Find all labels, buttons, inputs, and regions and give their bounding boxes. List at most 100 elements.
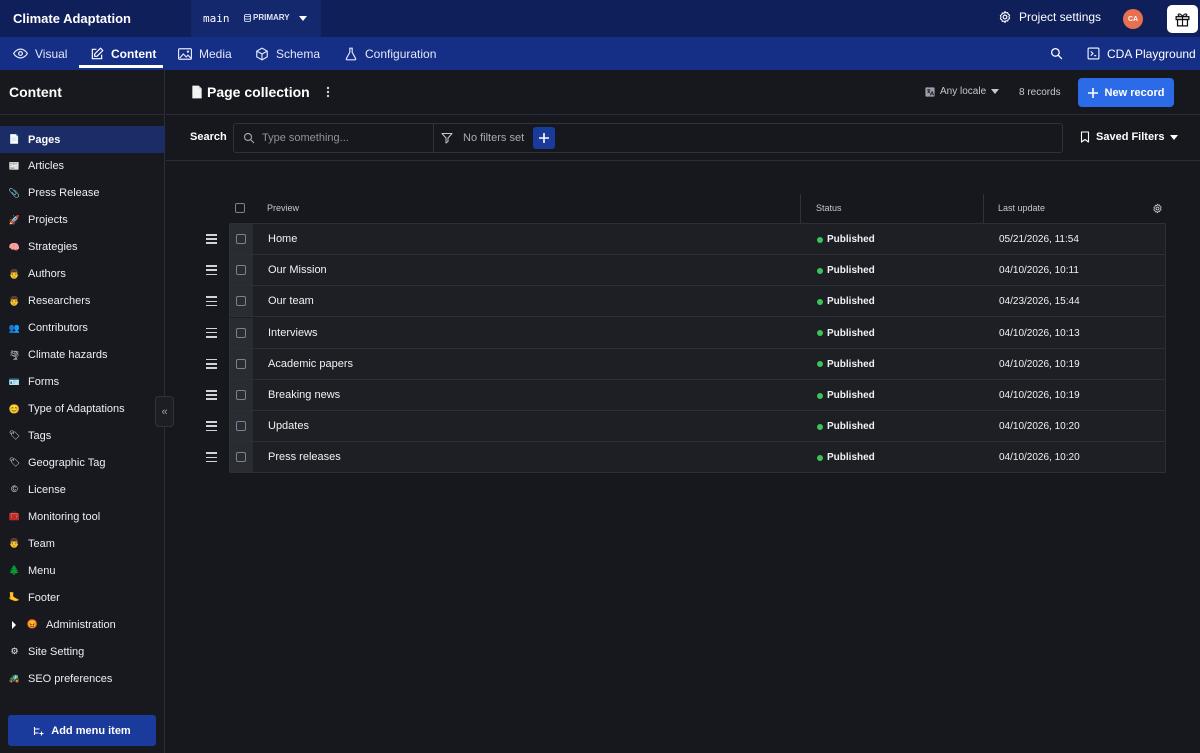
table-row[interactable]: Home Published 05/21/2026, 11:54 [230,224,1165,255]
tab-configuration[interactable]: Configuration [344,37,436,70]
new-record-button[interactable]: New record [1078,78,1174,107]
drag-handle-icon[interactable] [206,390,217,400]
row-checkbox[interactable] [236,265,246,276]
record-title[interactable]: Our Mission [268,264,327,276]
row-checkbox[interactable] [236,358,246,369]
record-title[interactable]: Press releases [268,451,341,463]
sidebar-item-articles[interactable]: 📰 Articles [0,153,165,180]
column-divider[interactable] [800,194,801,223]
last-update: 04/10/2026, 10:19 [999,358,1080,370]
sidebar-item-researchers[interactable]: 👨 Researchers [0,288,165,315]
tab-schema[interactable]: Schema [255,37,320,70]
whats-new-button[interactable] [1167,5,1198,33]
sidebar-item-monitoring-tool[interactable]: 🧰 Monitoring tool [0,503,165,530]
sidebar-item-contributors[interactable]: 👥 Contributors [0,315,165,342]
record-title[interactable]: Updates [268,420,309,432]
row-checkbox[interactable] [236,327,246,338]
bookmark-icon [1080,131,1090,143]
row-checkbox[interactable] [236,296,246,307]
tab-media[interactable]: Media [178,37,232,70]
drag-handle-icon[interactable] [206,296,217,307]
gear-icon[interactable] [1152,203,1163,214]
sidebar-item-climate-hazards[interactable]: 🌪 Climate hazards [0,342,165,369]
sidebar-item-geographic-tag[interactable]: 🏷 Geographic Tag [0,449,165,476]
double-chevron-left-icon: « [161,405,168,418]
table-row[interactable]: Interviews Published 04/10/2026, 10:13 [230,317,1165,349]
sidebar-item-forms[interactable]: 🪪 Forms [0,369,165,396]
sidebar-item-menu[interactable]: 🌲 Menu [0,557,165,584]
global-search-button[interactable] [1050,37,1063,70]
sidebar-item-team[interactable]: 👨 Team [0,530,165,557]
row-select-cell [230,348,253,379]
row-checkbox[interactable] [236,234,246,244]
sidebar-item-tags[interactable]: 🏷 Tags [0,422,165,449]
sidebar-item-label: Geographic Tag [28,456,106,469]
search-filter-bar: No filters set [233,123,1063,153]
sidebar-item-license[interactable]: © License [0,476,165,503]
eye-icon [13,48,28,59]
sidebar-item-projects[interactable]: 🚀 Projects [0,207,165,234]
sidebar-item-press-release[interactable]: 📎 Press Release [0,180,165,207]
sidebar-item-label: Articles [28,160,65,173]
collapse-sidebar-button[interactable]: « [155,396,174,427]
column-header-last-update[interactable]: Last update [998,203,1045,213]
record-title[interactable]: Academic papers [268,358,353,370]
tab-visual[interactable]: Visual [13,37,67,70]
record-title[interactable]: Interviews [268,327,318,339]
edit-icon [91,47,104,59]
row-checkbox[interactable] [236,390,246,400]
sidebar-item-label: Site Setting [28,645,85,658]
locale-selector[interactable]: Any locale [925,86,1000,97]
table-row[interactable]: Press releases Published 04/10/2026, 10:20 [230,442,1165,473]
sidebar-item-site-setting[interactable]: ⚙ Site Setting [0,638,165,665]
filter-icon [441,133,453,144]
record-title[interactable]: Our team [268,295,314,307]
search-input[interactable] [234,124,433,152]
drag-handle-icon[interactable] [206,327,217,338]
column-divider[interactable] [983,194,984,223]
chevron-right-icon[interactable] [12,620,16,629]
saved-filters-button[interactable]: Saved Filters [1080,131,1179,143]
last-update: 04/10/2026, 10:11 [999,265,1079,277]
record-title[interactable]: Breaking news [268,389,340,401]
sidebar-item-type-of-adaptations[interactable]: 😊 Type of Adaptations [0,396,165,423]
select-all-checkbox[interactable] [235,203,245,213]
drag-handle-icon[interactable] [206,358,217,369]
record-title[interactable]: Home [268,233,297,245]
environment-switcher[interactable]: main PRIMARY [191,0,321,37]
sidebar-item-icon: 👨 [8,268,21,279]
column-header-preview[interactable]: Preview [267,203,299,213]
drag-handle-icon[interactable] [206,421,217,432]
cda-playground-button[interactable]: CDA Playground [1087,37,1196,70]
plus-icon [539,133,549,143]
drag-handle-icon[interactable] [206,265,217,276]
sidebar-item-footer[interactable]: 🦶 Footer [0,584,165,611]
sidebar-item-administration[interactable]: 😡 Administration [0,611,165,638]
drag-handle-icon[interactable] [206,452,217,463]
gift-icon [1175,12,1190,27]
table-row[interactable]: Our Mission Published 04/10/2026, 10:11 [230,255,1165,287]
table-row[interactable]: Breaking news Published 04/10/2026, 10:19 [230,380,1165,411]
table-row[interactable]: Academic papers Published 04/10/2026, 10:1… [230,348,1165,380]
project-settings-button[interactable]: Project settings [998,10,1101,24]
add-filter-button[interactable] [533,127,555,149]
row-checkbox[interactable] [236,421,246,432]
drag-handle-icon[interactable] [206,234,217,244]
table-row[interactable]: Updates Published 04/10/2026, 10:20 [230,411,1165,443]
row-checkbox[interactable] [236,452,246,463]
add-menu-item-button[interactable]: Add menu item [8,715,156,746]
sidebar-item-authors[interactable]: 👨 Authors [0,261,165,288]
project-settings-label: Project settings [1019,10,1102,24]
status-label: Published [827,265,875,277]
sidebar-item-pages[interactable]: 📄 Pages [0,126,165,153]
sidebar-item-strategies[interactable]: 🧠 Strategies [0,234,165,261]
table-row[interactable]: Our team Published 04/23/2026, 15:44 [230,286,1165,318]
status-dot [817,267,823,274]
app-title[interactable]: Climate Adaptation [13,11,131,26]
sidebar-item-seo-preferences[interactable]: 🚜 SEO preferences [0,665,165,692]
collection-options-button[interactable] [326,86,330,101]
avatar[interactable]: CA [1123,9,1143,29]
sidebar-item-icon: 🏷 [8,457,21,468]
column-header-status[interactable]: Status [816,203,842,213]
locale-label: Any locale [940,86,987,97]
